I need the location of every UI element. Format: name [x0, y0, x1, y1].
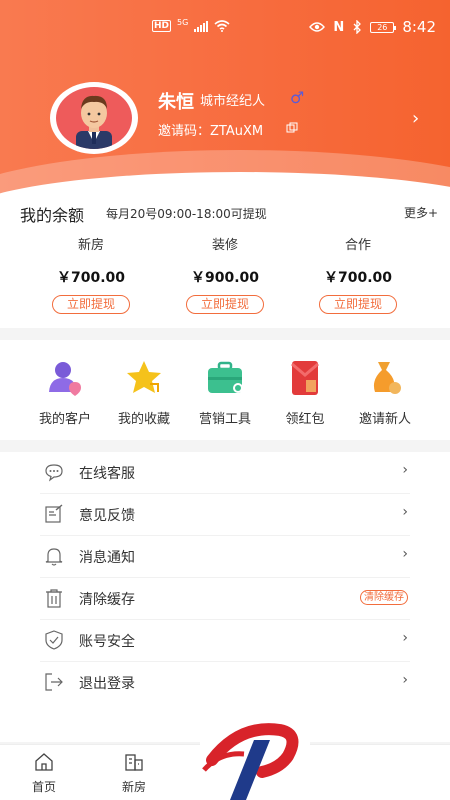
balance-title: 我的余额 [20, 206, 85, 225]
profile-header: HD 5G N 26 8:42 朱恒 城市经纪人 ♂ 邀请码：ZTAuXM › [0, 0, 450, 200]
quick-action-customers[interactable]: 我的客户 [25, 358, 105, 427]
withdraw-button[interactable]: 立即提现 [186, 295, 264, 314]
withdraw-button[interactable]: 立即提现 [52, 295, 130, 314]
watermark-logo [200, 716, 310, 800]
chat-icon [45, 464, 63, 482]
chevron-right-icon: › [402, 504, 408, 520]
status-bar: HD 5G N 26 8:42 [0, 0, 450, 54]
nfc-icon: N [333, 19, 345, 35]
quick-action-label: 我的收藏 [117, 412, 170, 427]
tab-home[interactable]: 首页 [14, 753, 74, 795]
quick-action-label: 营销工具 [198, 412, 251, 427]
red-envelope-icon [291, 361, 319, 395]
signal-icon [194, 20, 209, 32]
customers-icon [49, 362, 81, 396]
balance-account-cooperation: 合作 ￥700.00 立即提现 [308, 234, 408, 314]
quick-actions: 我的客户 我的收藏 营销工具 领红包 邀请新人 [0, 340, 450, 440]
account-amount: ￥900.00 [190, 270, 260, 286]
balance-card: 我的余额 每月20号09:00-18:00可提现 更多+ 新房 ￥700.00 … [0, 198, 450, 328]
withdraw-note: 每月20号09:00-18:00可提现 [106, 207, 267, 221]
chevron-right-icon: › [402, 462, 408, 478]
tab-new-house[interactable]: 新房 [104, 753, 164, 795]
bell-icon [45, 548, 63, 566]
brand-logo-icon [202, 723, 299, 800]
battery-icon: 26 [370, 21, 397, 33]
menu-item-label: 消息通知 [79, 550, 135, 566]
gender-male-icon: ♂ [290, 88, 305, 107]
eye-icon [309, 22, 326, 32]
quick-action-red-envelope[interactable]: 领红包 [265, 358, 345, 427]
trash-icon [46, 589, 62, 608]
copy-icon[interactable] [286, 122, 298, 134]
menu-item-feedback[interactable]: 意见反馈 › [40, 494, 410, 536]
menu-item-label: 意见反馈 [79, 508, 135, 524]
account-name: 合作 [344, 238, 371, 253]
network-indicator: 5G [177, 17, 189, 27]
menu-item-logout[interactable]: 退出登录 › [40, 662, 410, 704]
account-name: 新房 [77, 238, 104, 253]
wifi-icon [214, 20, 230, 32]
hd-indicator: HD [152, 20, 172, 32]
toolbox-icon [208, 361, 243, 393]
tab-label: 首页 [31, 780, 56, 794]
quick-action-marketing-tools[interactable]: 营销工具 [185, 358, 265, 427]
withdraw-button[interactable]: 立即提现 [319, 295, 397, 314]
star-icon [127, 361, 161, 393]
quick-action-label: 领红包 [285, 412, 325, 427]
more-link[interactable]: 更多+ [404, 204, 438, 221]
home-icon [35, 753, 53, 771]
menu-item-label: 在线客服 [79, 466, 135, 482]
bluetooth-icon [353, 20, 362, 34]
quick-action-label: 我的客户 [38, 412, 91, 427]
menu-item-clear-cache[interactable]: 清除缓存 清除缓存 [40, 578, 410, 620]
quick-action-label: 邀请新人 [358, 412, 411, 427]
balance-account-decoration: 装修 ￥900.00 立即提现 [175, 234, 275, 314]
menu-item-label: 退出登录 [79, 676, 135, 692]
shield-icon [45, 630, 63, 650]
user-name: 朱恒 [158, 92, 194, 113]
account-amount: ￥700.00 [323, 270, 393, 286]
invite-icon [373, 362, 401, 394]
user-role: 城市经纪人 [200, 94, 266, 109]
chevron-right-icon: › [402, 672, 408, 688]
profile-arrow-icon[interactable]: › [412, 108, 419, 129]
menu-item-account-security[interactable]: 账号安全 › [40, 620, 410, 662]
menu-item-online-service[interactable]: 在线客服 › [40, 452, 410, 494]
quick-action-invite[interactable]: 邀请新人 [345, 358, 425, 427]
menu-item-label: 清除缓存 [79, 592, 135, 608]
feedback-icon [45, 504, 63, 523]
account-name: 装修 [211, 238, 238, 253]
logout-icon [45, 673, 63, 691]
avatar-illustration [76, 95, 112, 149]
building-icon [125, 754, 143, 771]
chevron-right-icon: › [402, 630, 408, 646]
balance-account-new-house: 新房 ￥700.00 立即提现 [41, 234, 141, 314]
chevron-right-icon: › [402, 546, 408, 562]
invite-code: 邀请码：ZTAuXM [158, 124, 264, 139]
tab-label: 新房 [121, 780, 146, 794]
avatar[interactable] [50, 82, 138, 154]
settings-menu: 在线客服 › 意见反馈 › 消息通知 › 清除缓存 清除缓存 账号安全 › 退出… [0, 452, 450, 742]
clock: 8:42 [402, 18, 436, 36]
clear-cache-badge[interactable]: 清除缓存 [360, 590, 408, 605]
account-amount: ￥700.00 [56, 270, 126, 286]
quick-action-favorites[interactable]: 我的收藏 [104, 358, 184, 427]
menu-item-label: 账号安全 [79, 634, 135, 650]
menu-item-notifications[interactable]: 消息通知 › [40, 536, 410, 578]
